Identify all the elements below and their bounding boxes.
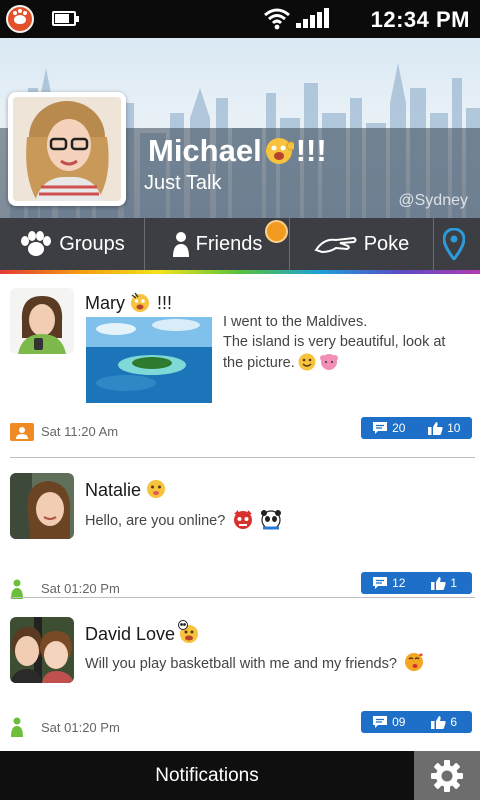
tab-groups-label: Groups	[59, 232, 125, 255]
pink-blob-emoji-icon	[319, 354, 338, 370]
post-author-suffix: !!!	[157, 293, 173, 313]
wifi-icon	[264, 8, 290, 30]
thumbs-up-icon	[431, 716, 447, 729]
friends-notification-badge	[265, 220, 288, 243]
settings-button[interactable]	[414, 751, 480, 800]
sweating-emoji-icon	[131, 292, 149, 312]
post-stats: 12 1	[361, 572, 472, 594]
comments-button[interactable]: 09	[361, 715, 417, 729]
profile-avatar[interactable]	[8, 92, 126, 206]
profile-name: Michael!!!	[148, 133, 327, 169]
profile-name-text: Michael	[148, 133, 262, 168]
gear-icon	[431, 759, 463, 792]
profile-name-suffix: !!!	[295, 133, 327, 168]
tab-groups[interactable]: Groups	[0, 218, 145, 270]
notifications-button[interactable]: Notifications	[0, 751, 414, 800]
post-timestamp: Sat 01:20 Pm	[41, 720, 120, 735]
post-author[interactable]: Natalie	[85, 478, 167, 501]
post-author-name: Natalie	[85, 480, 142, 500]
panda-laughing-emoji-icon	[178, 620, 199, 643]
comment-icon	[373, 716, 388, 728]
angry-devil-emoji-icon	[234, 510, 253, 529]
post-author-name: David Love	[85, 624, 176, 644]
online-status-icon	[11, 579, 23, 599]
notifications-label: Notifications	[155, 764, 259, 786]
bottom-bar: Notifications	[0, 751, 480, 800]
feed-post-natalie[interactable]: Natalie Hello, are you online? Sat 01:20…	[0, 458, 480, 599]
post-stats: 20 10	[361, 417, 472, 439]
person-icon	[172, 232, 189, 257]
app-logo-icon	[6, 5, 34, 33]
tab-poke[interactable]: Poke	[290, 218, 434, 270]
smiling-emoji-icon	[298, 353, 316, 371]
tab-bar: Groups Friends Poke	[0, 218, 480, 270]
comment-icon	[373, 577, 388, 589]
like-count: 1	[450, 576, 458, 590]
activity-feed: Mary!!! I went to the Maldives. The isla…	[0, 274, 480, 751]
likes-button[interactable]: 10	[417, 421, 473, 435]
post-timestamp: Sat 01:20 Pm	[41, 581, 120, 596]
avatar[interactable]	[10, 288, 74, 354]
comment-count: 20	[392, 421, 406, 435]
post-timestamp: Sat 11:20 Am	[41, 424, 119, 439]
laughing-emoji-icon	[265, 138, 294, 164]
contact-card-icon	[10, 423, 34, 441]
clock: 12:34 PM	[370, 7, 470, 32]
tab-friends-label: Friends	[195, 232, 263, 255]
post-text-content: Will you play basketball with me and my …	[85, 656, 397, 672]
post-author-name: Mary	[85, 293, 125, 313]
kissing-emoji-icon	[404, 653, 423, 671]
comment-count: 12	[392, 576, 406, 590]
avatar[interactable]	[10, 617, 74, 683]
post-text: Will you play basketball with me and my …	[85, 651, 455, 674]
poke-hand-icon	[314, 236, 357, 254]
post-text: Hello, are you online?	[85, 508, 455, 531]
post-text-content: Hello, are you online?	[85, 513, 226, 529]
likes-button[interactable]: 6	[417, 715, 473, 729]
location-pin-icon	[443, 228, 465, 260]
battery-icon	[52, 11, 79, 26]
profile-header: Michael!!! Just Talk @Sydney	[0, 38, 480, 218]
status-bar: 12:34 PM	[0, 0, 480, 38]
post-stats: 09 6	[361, 711, 472, 733]
post-author[interactable]: Mary!!!	[85, 291, 172, 314]
post-text: I went to the Maldives. The island is ve…	[223, 312, 463, 373]
feed-post-mary[interactable]: Mary!!! I went to the Maldives. The isla…	[0, 274, 480, 457]
post-author[interactable]: David Love	[85, 620, 201, 645]
thumbs-up-icon	[431, 577, 447, 590]
thumbs-up-icon	[428, 422, 443, 435]
comments-button[interactable]: 12	[361, 576, 417, 590]
comments-button[interactable]: 20	[361, 421, 417, 435]
tab-location[interactable]	[434, 218, 480, 270]
signal-bars-icon	[296, 8, 330, 28]
online-status-icon	[11, 717, 23, 737]
blushing-emoji-icon	[147, 480, 166, 498]
comment-count: 09	[392, 715, 406, 729]
like-count: 10	[447, 421, 461, 435]
like-count: 6	[450, 715, 458, 729]
tab-poke-label: Poke	[363, 232, 410, 255]
avatar[interactable]	[10, 473, 74, 539]
feed-post-david-love[interactable]: David Love Will you play basketball with…	[0, 598, 480, 751]
comment-icon	[373, 422, 388, 434]
post-photo[interactable]	[86, 317, 212, 403]
profile-location: @Sydney	[398, 192, 468, 209]
profile-status: Just Talk	[144, 172, 222, 194]
likes-button[interactable]: 1	[417, 576, 473, 590]
panda-emoji-icon	[261, 510, 282, 530]
paw-groups-icon	[21, 231, 52, 256]
